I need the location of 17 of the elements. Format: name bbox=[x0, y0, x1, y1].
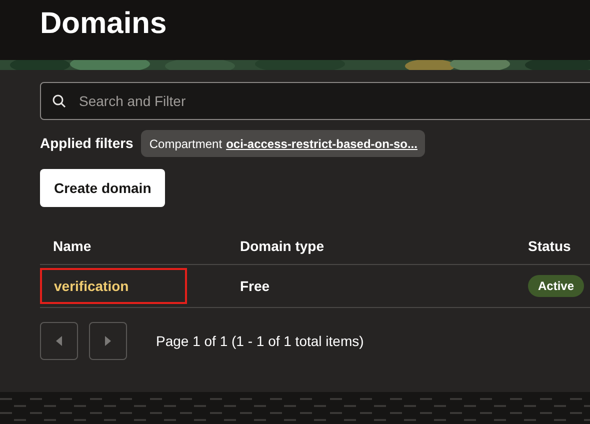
table-cell: Free bbox=[240, 278, 270, 294]
page-title: Domains bbox=[40, 9, 167, 39]
status-badge: Active bbox=[528, 275, 584, 297]
column-header[interactable]: Domain type bbox=[240, 238, 324, 254]
create-button[interactable]: Create domain bbox=[40, 169, 166, 207]
column-header[interactable]: Name bbox=[53, 238, 92, 254]
right-caret-icon bbox=[105, 336, 111, 346]
search-field[interactable]: Search and Filter bbox=[40, 82, 590, 120]
chip-label: Compartment bbox=[149, 136, 222, 152]
domain-link[interactable]: verification bbox=[40, 268, 187, 304]
filter-chip[interactable]: Compartment oci-access-restrict-based-on-so... bbox=[141, 130, 426, 157]
search-icon bbox=[52, 94, 66, 108]
pagination-summary: Page 1 of 1 (1 - 1 of 1 total items) bbox=[156, 332, 364, 351]
column-header[interactable]: Status bbox=[528, 238, 571, 254]
chip-value-link[interactable]: oci-access-restrict-based-on-so... bbox=[226, 134, 418, 152]
filters-label: Applied filters bbox=[40, 134, 134, 153]
left-caret-icon bbox=[56, 336, 62, 346]
